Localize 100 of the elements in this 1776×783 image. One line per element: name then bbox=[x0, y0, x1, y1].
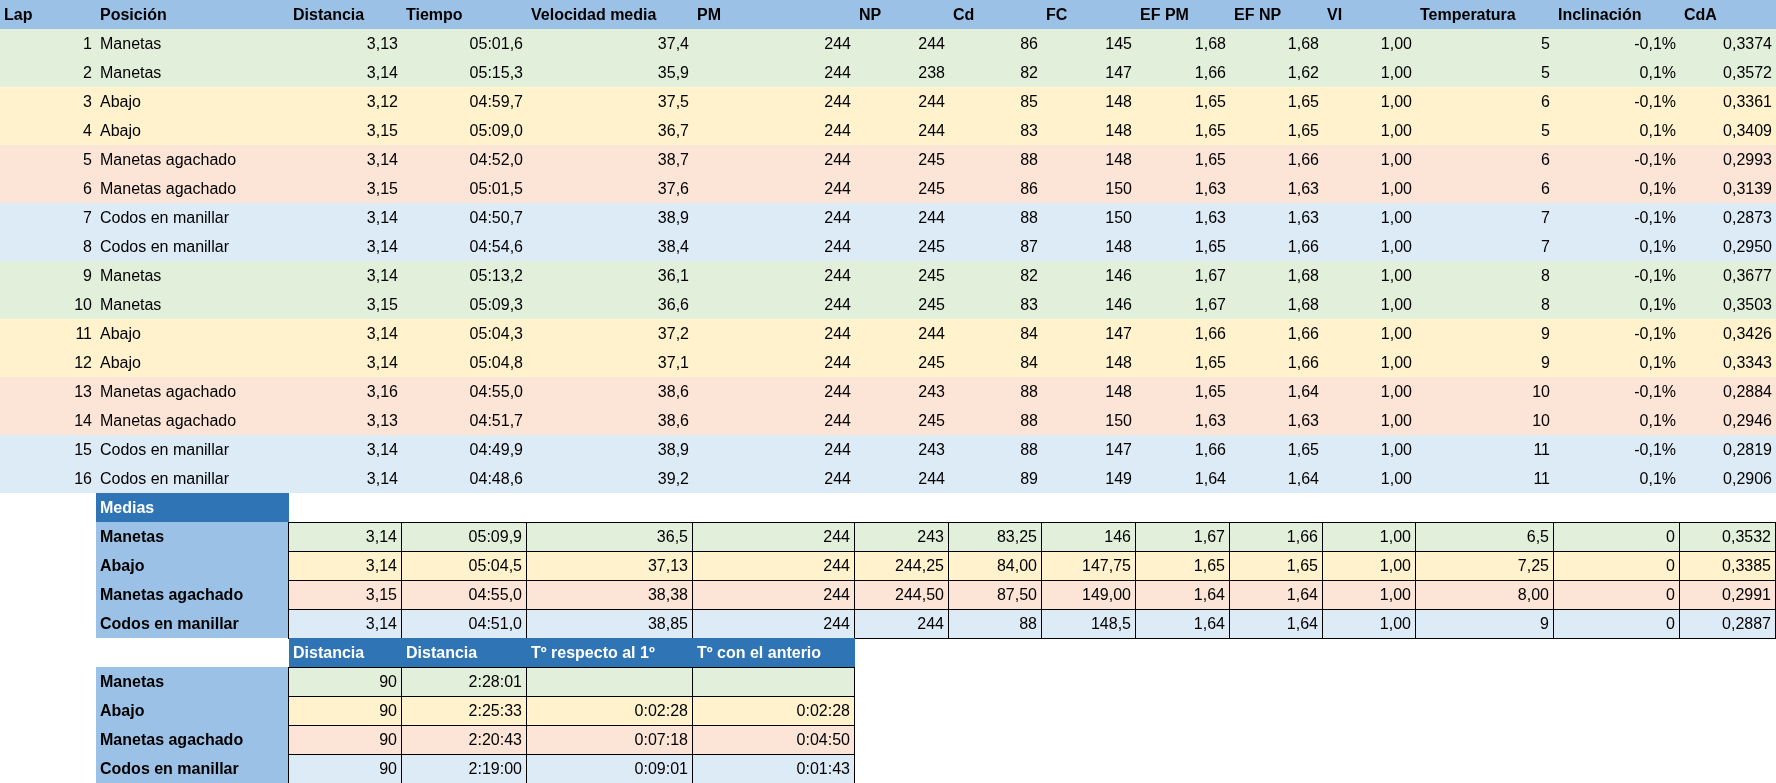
table-cell-text: Abajo bbox=[99, 323, 142, 344]
table-cell-text: 0,2950 bbox=[1722, 236, 1773, 257]
table-cell: 0 bbox=[1553, 580, 1680, 610]
column-header: FC bbox=[1045, 4, 1069, 25]
table-cell-text: 245 bbox=[917, 294, 946, 315]
table-cell-text: 35,9 bbox=[656, 62, 690, 83]
row-label: Manetas bbox=[96, 667, 289, 696]
table-cell: 38,38 bbox=[526, 580, 693, 610]
table-cell: 6,5 bbox=[1415, 522, 1554, 552]
column-header: Tº con el anterio bbox=[693, 638, 855, 667]
table-cell-text: 244 bbox=[917, 207, 946, 228]
table-cell: 244 bbox=[692, 551, 855, 581]
table-cell-text: 1,68 bbox=[1193, 33, 1227, 54]
table-cell: 244,50 bbox=[854, 580, 949, 610]
table-cell-text: 0,2946 bbox=[1722, 410, 1773, 431]
table-cell-text: 1,63 bbox=[1193, 410, 1227, 431]
table-cell-text: 244 bbox=[823, 352, 852, 373]
table-cell-text: 3,14 bbox=[365, 439, 399, 460]
table-cell-text: 148 bbox=[1104, 381, 1133, 402]
table-cell-text: 9 bbox=[82, 265, 93, 286]
table-cell-text: 1,65 bbox=[1193, 149, 1227, 170]
table-cell-text: 147 bbox=[1104, 323, 1133, 344]
table-cell-text: 4 bbox=[82, 120, 93, 141]
table-cell-text: 0,1% bbox=[1638, 236, 1677, 257]
table-cell-text: 1,63 bbox=[1286, 410, 1320, 431]
column-header: Cd bbox=[952, 4, 976, 25]
table-cell: 1,64 bbox=[1135, 609, 1230, 639]
table-cell: 0 bbox=[1553, 551, 1680, 581]
table-cell-text: 244 bbox=[917, 468, 946, 489]
table-cell: 244 bbox=[692, 522, 855, 552]
table-cell-text: Codos en manillar bbox=[99, 468, 230, 489]
table-cell: 90 bbox=[288, 696, 402, 726]
row-label: Abajo bbox=[96, 551, 289, 580]
table-cell-text: 8 bbox=[1540, 265, 1551, 286]
table-cell-text: 1,65 bbox=[1193, 381, 1227, 402]
table-cell-text: 82 bbox=[1019, 62, 1039, 83]
table-cell-text: 148 bbox=[1104, 149, 1133, 170]
table-cell-text: 0,3426 bbox=[1722, 323, 1773, 344]
table-cell: 05:09,9 bbox=[401, 522, 527, 552]
table-cell-text: 7 bbox=[82, 207, 93, 228]
table-cell-text: 04:54,6 bbox=[468, 236, 524, 257]
table-cell: 244 bbox=[692, 609, 855, 639]
table-cell-text: 1,63 bbox=[1286, 178, 1320, 199]
table-cell-text: 0,3677 bbox=[1722, 265, 1773, 286]
table-cell-text: 36,1 bbox=[656, 265, 690, 286]
table-cell-text: 0,1% bbox=[1638, 410, 1677, 431]
table-cell-text: 14 bbox=[73, 410, 93, 431]
table-cell-text: 04:50,7 bbox=[468, 207, 524, 228]
table-cell: 1,00 bbox=[1322, 522, 1416, 552]
table-cell: 36,5 bbox=[526, 522, 693, 552]
table-cell-text: 3,14 bbox=[365, 468, 399, 489]
table-cell-text: Manetas agachado bbox=[99, 410, 238, 431]
table-cell: 3,14 bbox=[288, 609, 402, 639]
table-cell-text: 6 bbox=[82, 178, 93, 199]
table-cell: 1,67 bbox=[1135, 522, 1230, 552]
table-cell-text: 3,12 bbox=[365, 91, 399, 112]
table-cell-text: 89 bbox=[1019, 468, 1039, 489]
table-cell-text: 1,00 bbox=[1379, 439, 1413, 460]
table-cell-text: 5 bbox=[1540, 33, 1551, 54]
table-cell-text: 04:52,0 bbox=[468, 149, 524, 170]
table-cell-text: 11 bbox=[74, 323, 93, 344]
table-cell-text: 1,64 bbox=[1286, 468, 1320, 489]
table-cell-text: 1,66 bbox=[1286, 149, 1320, 170]
table-cell-text: 04:48,6 bbox=[468, 468, 524, 489]
table-cell-text: 05:01,5 bbox=[468, 178, 524, 199]
table-cell-text: 1,65 bbox=[1286, 120, 1320, 141]
table-cell: 149,00 bbox=[1041, 580, 1136, 610]
table-cell-text: 04:59,7 bbox=[468, 91, 524, 112]
table-cell-text: 1,00 bbox=[1379, 323, 1413, 344]
table-cell-text: 244 bbox=[823, 33, 852, 54]
table-cell-text: 1,66 bbox=[1286, 236, 1320, 257]
table-cell-text: 150 bbox=[1104, 207, 1133, 228]
table-cell-text: 88 bbox=[1019, 149, 1039, 170]
table-cell: 1,00 bbox=[1322, 551, 1416, 581]
table-cell-text: 1,00 bbox=[1379, 265, 1413, 286]
table-cell: 0,3532 bbox=[1679, 522, 1776, 552]
table-cell-text: 244 bbox=[823, 120, 852, 141]
table-cell-text: 1,65 bbox=[1193, 120, 1227, 141]
table-cell: 147,75 bbox=[1041, 551, 1136, 581]
table-cell: 0,3385 bbox=[1679, 551, 1776, 581]
table-cell-text: 8 bbox=[1540, 294, 1551, 315]
table-cell-text: 0,3503 bbox=[1722, 294, 1773, 315]
table-cell-text: 244 bbox=[917, 323, 946, 344]
table-cell: 04:55,0 bbox=[401, 580, 527, 610]
table-cell: 1,66 bbox=[1229, 522, 1323, 552]
table-cell-text: 6 bbox=[1540, 178, 1551, 199]
table-cell-text: 1,67 bbox=[1193, 265, 1227, 286]
table-cell-text: 145 bbox=[1104, 33, 1133, 54]
table-cell: 0:01:43 bbox=[692, 754, 855, 783]
table-cell-text: 1 bbox=[82, 33, 93, 54]
table-cell-text: 5 bbox=[82, 149, 93, 170]
table-cell: 244 bbox=[854, 609, 949, 639]
table-cell: 37,13 bbox=[526, 551, 693, 581]
table-cell: 87,50 bbox=[948, 580, 1042, 610]
table-cell-text: 0,1% bbox=[1638, 120, 1677, 141]
table-cell-text: 147 bbox=[1104, 62, 1133, 83]
table-cell-text: 3,14 bbox=[365, 323, 399, 344]
table-cell-text: 150 bbox=[1104, 178, 1133, 199]
table-cell-text: 1,62 bbox=[1286, 62, 1320, 83]
table-cell-text: Codos en manillar bbox=[99, 236, 230, 257]
